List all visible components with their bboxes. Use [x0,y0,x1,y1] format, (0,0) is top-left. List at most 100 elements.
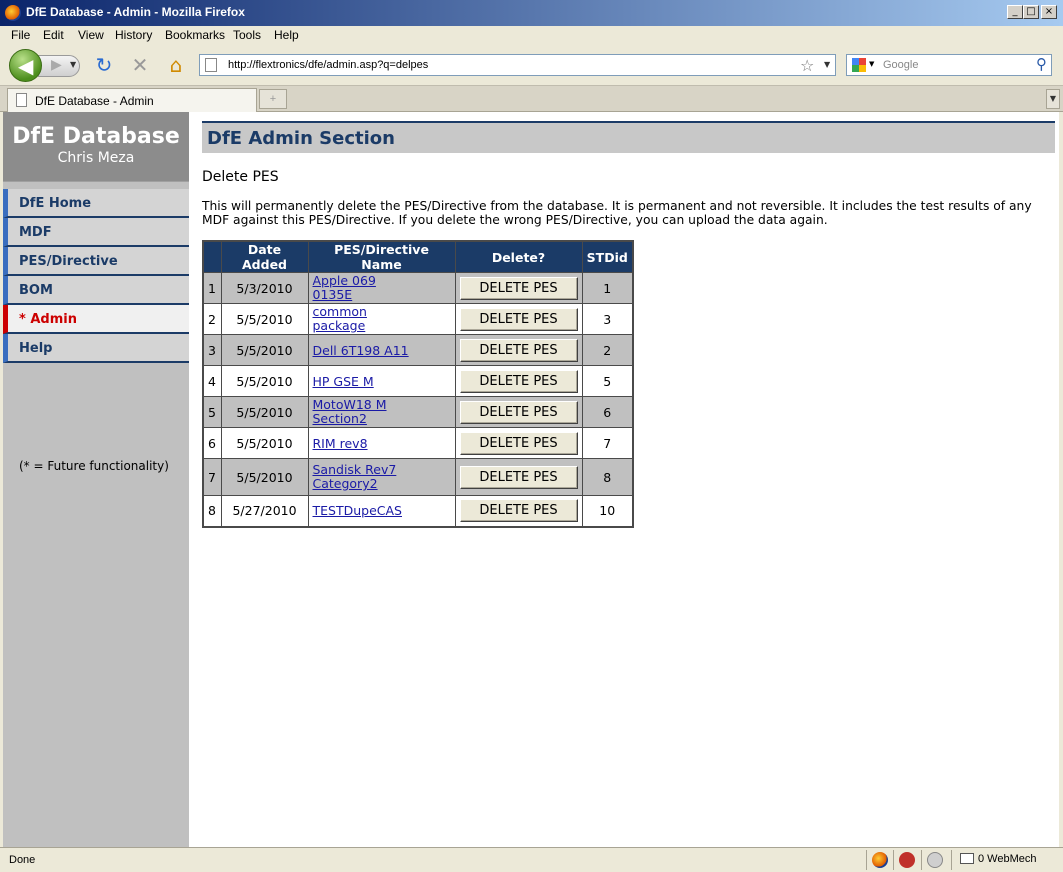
section-header: DfE Admin Section [202,121,1055,153]
col-header-stdid: STDid [581,240,634,273]
description-text: This will permanently delete the PES/Dir… [202,199,1032,227]
minimize-button[interactable]: _ [1007,5,1023,19]
pes-name-cell: MotoW18 M Section2 [307,396,456,428]
site-brand: DfE Database Chris Meza [3,112,189,182]
delete-pes-button[interactable]: DELETE PES [459,431,578,455]
sidebar-item-label: Help [19,341,53,356]
pes-name-link[interactable]: RIM rev8 [313,436,368,451]
mail-notifier[interactable]: 0 WebMech [978,853,1037,865]
table-row: 3 5/5/2010 Dell 6T198 A11 DELETE PES 2 [202,334,634,366]
delete-pes-button[interactable]: DELETE PES [459,307,578,331]
url-dropdown-icon[interactable]: ▼ [824,60,830,69]
row-number: 3 [202,334,222,366]
date-added: 5/3/2010 [220,272,309,304]
row-number: 6 [202,427,222,459]
row-number: 2 [202,303,222,335]
close-button[interactable]: × [1041,5,1057,19]
pes-name-cell: HP GSE M [307,365,456,397]
history-dropdown-icon[interactable]: ▼ [70,60,76,69]
delete-pes-button[interactable]: DELETE PES [459,499,578,523]
url-text[interactable]: http://flextronics/dfe/admin.asp?q=delpe… [228,59,428,71]
search-box[interactable]: ▼ Google ⚲ [846,54,1052,76]
firebug-icon[interactable] [872,852,888,868]
delete-pes-button[interactable]: DELETE PES [459,465,578,489]
sidebar-item-help[interactable]: Help [3,334,189,363]
menu-bookmarks[interactable]: Bookmarks [165,28,225,42]
forward-button[interactable]: ▶ ▼ [38,55,80,77]
pes-name-link[interactable]: HP GSE M [313,374,374,389]
delete-cell: DELETE PES [454,458,583,496]
row-number: 5 [202,396,222,428]
forward-arrow-icon: ▶ [51,57,62,73]
date-added: 5/5/2010 [220,396,309,428]
row-number: 1 [202,272,222,304]
page-icon [205,58,217,72]
sidebar-item-admin[interactable]: * Admin [3,305,189,334]
date-added: 5/27/2010 [220,495,309,527]
stdid-cell: 1 [581,272,634,304]
col-header-delete: Delete? [454,240,583,273]
delete-pes-button[interactable]: DELETE PES [459,400,578,424]
pes-name-link[interactable]: TESTDupeCAS [313,504,403,518]
table-row: 6 5/5/2010 RIM rev8 DELETE PES 7 [202,427,634,459]
menu-file[interactable]: File [11,28,30,42]
google-engine-icon[interactable]: ▼ [850,57,876,73]
navigation-toolbar: ▶ ▼ ◀ ↻ ✕ ⌂ http://flextronics/dfe/admin… [0,44,1063,86]
table-row: 5 5/5/2010 MotoW18 M Section2 DELETE PES 6 [202,396,634,428]
maximize-button[interactable]: □ [1023,5,1039,19]
pes-name-cell: Sandisk Rev7 Category2 [307,458,456,496]
sidebar-item-dfe-home[interactable]: DfE Home [3,189,189,218]
delete-cell: DELETE PES [454,272,583,304]
row-number: 8 [202,495,222,527]
pes-name-cell: common package [307,303,456,335]
search-icon[interactable]: ⚲ [1036,55,1047,73]
menu-tools[interactable]: Tools [233,28,261,42]
pes-name-link[interactable]: MotoW18 M Section2 [313,398,413,426]
back-button[interactable]: ◀ [9,49,42,82]
sidebar-item-bom[interactable]: BOM [3,276,189,305]
reload-icon[interactable]: ↻ [92,54,116,78]
pes-name-cell: Dell 6T198 A11 [307,334,456,366]
pes-name-link[interactable]: Sandisk Rev7 Category2 [313,463,413,491]
menu-history[interactable]: History [115,28,152,42]
delete-cell: DELETE PES [454,396,583,428]
pes-name-link[interactable]: common package [313,305,413,333]
section-title: DfE Admin Section [207,128,395,149]
date-added: 5/5/2010 [220,303,309,335]
mail-icon[interactable] [960,853,974,864]
tab-list-button[interactable]: ▼ [1046,89,1060,109]
address-bar[interactable]: http://flextronics/dfe/admin.asp?q=delpe… [199,54,836,76]
pes-name-link[interactable]: Apple 069 0135E [313,274,413,302]
menu-view[interactable]: View [78,28,104,42]
new-tab-button[interactable]: + [259,89,287,109]
addon-icon[interactable] [927,852,943,868]
pes-name-cell: TESTDupeCAS [307,495,456,527]
sidebar-item-mdf[interactable]: MDF [3,218,189,247]
table-row: 8 5/27/2010 TESTDupeCAS DELETE PES 10 [202,495,634,527]
menu-help[interactable]: Help [274,28,299,42]
delete-cell: DELETE PES [454,427,583,459]
tab-label: DfE Database - Admin [35,94,154,108]
delete-pes-button[interactable]: DELETE PES [459,338,578,362]
tab-dfe-admin[interactable]: DfE Database - Admin [7,88,257,112]
user-name: Chris Meza [57,150,135,166]
delete-cell: DELETE PES [454,334,583,366]
delete-pes-button[interactable]: DELETE PES [459,369,578,393]
pes-name-cell: Apple 069 0135E [307,272,456,304]
home-icon[interactable]: ⌂ [164,54,188,78]
pes-name-link[interactable]: Dell 6T198 A11 [313,343,409,358]
date-added: 5/5/2010 [220,458,309,496]
tab-bar: DfE Database - Admin + ▼ [0,86,1063,112]
window-title: DfE Database - Admin - Mozilla Firefox [26,5,245,19]
stdid-cell: 5 [581,365,634,397]
stop-icon[interactable]: ✕ [128,54,152,78]
col-header-number [202,240,222,273]
menu-edit[interactable]: Edit [43,28,64,42]
adblock-icon[interactable] [899,852,915,868]
bookmark-star-icon[interactable]: ☆ [800,56,814,75]
sidebar-item-pes-directive[interactable]: PES/Directive [3,247,189,276]
stdid-cell: 7 [581,427,634,459]
stdid-cell: 2 [581,334,634,366]
delete-pes-button[interactable]: DELETE PES [459,276,578,300]
date-added: 5/5/2010 [220,334,309,366]
